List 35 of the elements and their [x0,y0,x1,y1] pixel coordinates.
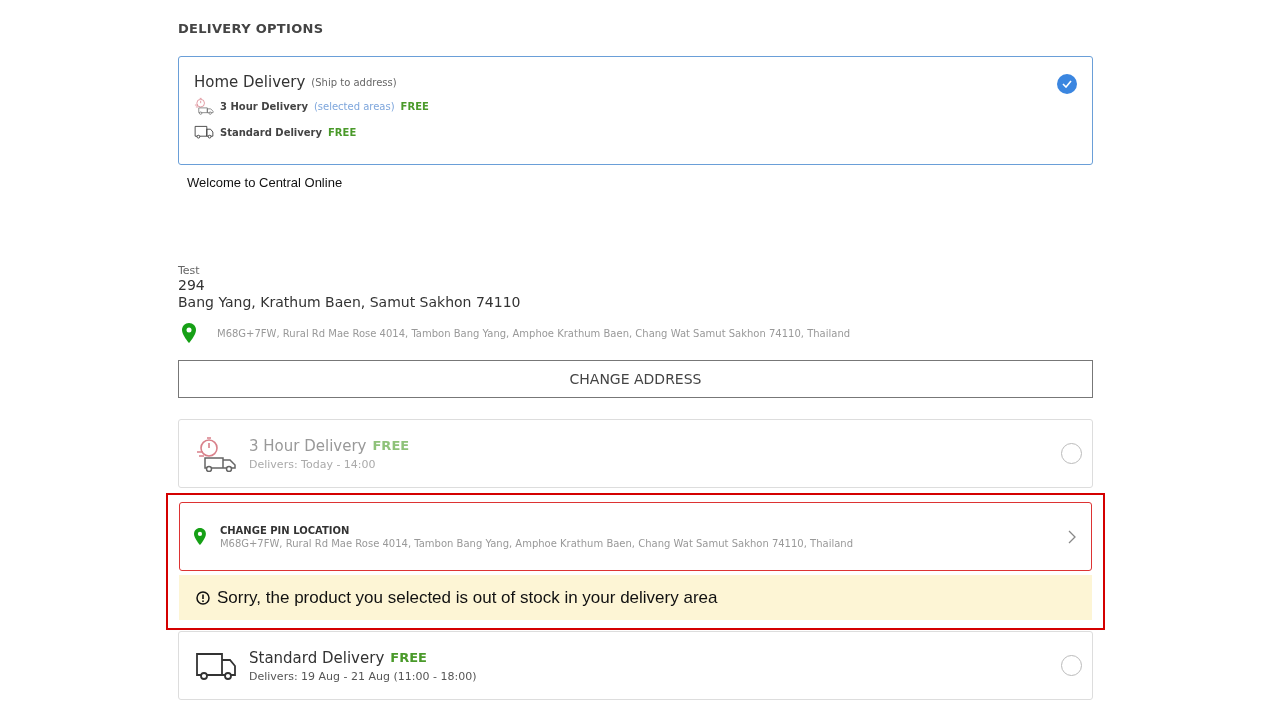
price-label: FREE [390,650,427,665]
address-line: Bang Yang, Krathum Baen, Samut Sakhon 74110 [178,294,522,311]
truck-icon [194,125,214,139]
home-delivery-card[interactable]: Home Delivery (Ship to address) 3 Hour Delivery (selected areas) FREE Standard Delivery FREE [178,56,1093,165]
change-address-button[interactable]: CHANGE ADDRESS [178,360,1093,398]
option-title: 3 Hour Delivery [249,436,367,455]
truck-icon [195,650,237,681]
option-title: Standard Delivery [249,648,385,667]
warning-text: Sorry, the product you selected is out of stock in your delivery area [217,587,718,608]
delivery-option[interactable]: Standard Delivery FREE Delivers: 19 Aug - 21 Aug (11:00 - 18:00) [178,631,1093,700]
price-label: FREE [328,126,357,138]
welcome-text: Welcome to Central Online [187,175,344,190]
clock-truck-icon [195,435,237,472]
chevron-right-icon [1068,529,1076,544]
map-pin-icon [194,528,206,545]
alert-icon [196,590,210,605]
method-note: (selected areas) [313,100,395,112]
pin-title: CHANGE PIN LOCATION [219,524,351,536]
recipient-name: Test [178,264,201,277]
price-label: FREE [372,438,410,453]
method-label: Standard Delivery [220,126,323,138]
clock-truck-icon [194,97,214,115]
delivery-time: Delivers: Today - 14:00 [249,457,377,471]
pin-address: M68G+7FW, Rural Rd Mae Rose 4014, Tambon Bang Yang, Amphoe Krathum Baen, Chang Wat Samut Sakhon 74110, Thailand [219,537,853,549]
map-pin-icon [182,323,196,343]
pin-address: M68G+7FW, Rural Rd Mae Rose 4014, Tambon Bang Yang, Amphoe Krathum Baen, Chang Wat Samut Sakhon 74110, Thailand [217,327,851,339]
radio-button[interactable] [1061,655,1082,676]
section-heading: DELIVERY OPTIONS [178,21,325,36]
method-label: 3 Hour Delivery [220,100,308,112]
card-subtitle: (Ship to address) [311,76,397,88]
card-title: Home Delivery [194,73,306,91]
price-label: FREE [400,100,429,112]
address-line: 294 [178,277,206,294]
delivery-time: Delivers: 19 Aug - 21 Aug (11:00 - 18:00) [249,669,477,683]
change-pin-card[interactable]: CHANGE PIN LOCATION M68G+7FW, Rural Rd Mae Rose 4014, Tambon Bang Yang, Amphoe Krathum Baen, Chang Wat Samut Sakhon 74110, Thailand [179,502,1092,571]
